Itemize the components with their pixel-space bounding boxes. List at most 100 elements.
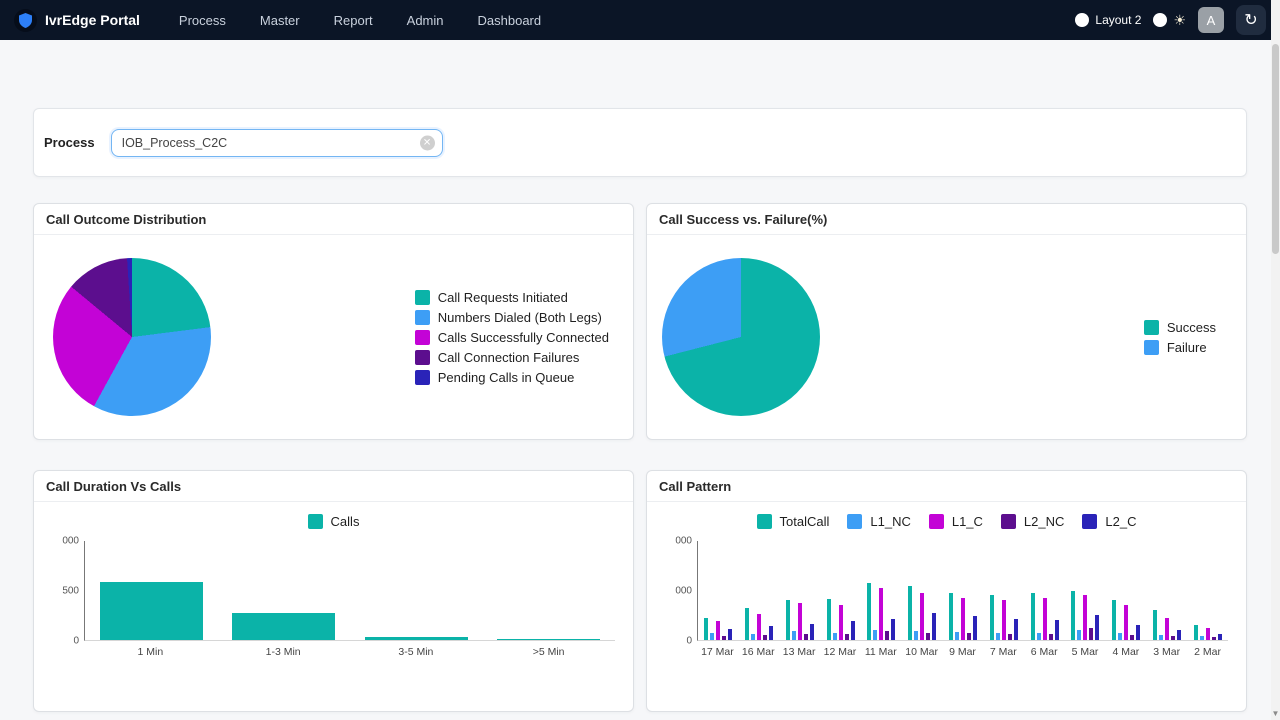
legend-swatch-icon — [308, 514, 323, 529]
scrollbar[interactable]: ▼ — [1271, 0, 1280, 720]
legend-label: Pending Calls in Queue — [438, 370, 575, 385]
chart-card-call-pattern: Call Pattern TotalCall L1_NC L1_C L2_NC L2_C… — [646, 470, 1247, 712]
bar-l2_c — [728, 629, 732, 640]
legend-item[interactable]: L1_NC — [847, 514, 910, 529]
bar-group — [1106, 541, 1147, 640]
bar-totalcall — [1031, 593, 1035, 640]
bar-l2_c — [932, 613, 936, 640]
bar-totalcall — [867, 583, 871, 640]
bar-l1_c — [839, 605, 843, 640]
nav-item-dashboard[interactable]: Dashboard — [461, 7, 559, 34]
bar-totalcall — [745, 608, 749, 640]
legend-item[interactable]: Numbers Dialed (Both Legs) — [415, 310, 609, 325]
bar-group — [85, 541, 218, 640]
bar-l2_c — [891, 619, 895, 640]
bar-l1_c — [961, 598, 965, 640]
nav-item-process[interactable]: Process — [162, 7, 243, 34]
clear-icon[interactable]: ✕ — [420, 135, 435, 150]
legend-label: Numbers Dialed (Both Legs) — [438, 310, 602, 325]
card-body: TotalCallL1_NCL1_CL2_NCL2_C 0000000 17 M… — [647, 502, 1246, 711]
bar-l1_c — [1165, 618, 1169, 640]
pie-legend: Success Failure — [1144, 315, 1216, 360]
card-header: Call Pattern — [647, 471, 1246, 502]
process-select[interactable]: ✕ — [111, 129, 443, 157]
legend-swatch-icon — [1082, 514, 1097, 529]
chart-card-call-success-vs-failure: Call Success vs. Failure(%) Success Failu… — [646, 203, 1247, 440]
legend-label: Success — [1167, 320, 1216, 335]
y-axis-tick-label: 000 — [675, 586, 692, 597]
card-body: Calls 0005000 1 Min1-3 Min3-5 Min>5 Min — [34, 502, 633, 711]
theme-toggle[interactable]: ☀ — [1153, 13, 1186, 27]
card-body: Call Requests Initiated Numbers Dialed (B… — [34, 235, 633, 439]
x-axis-category-label: 16 Mar — [738, 641, 779, 658]
nav-item-report[interactable]: Report — [317, 7, 390, 34]
layout-toggle-knob[interactable] — [1075, 13, 1089, 27]
bar-l2_c — [851, 621, 855, 640]
layout-toggle[interactable]: Layout 2 — [1075, 13, 1141, 27]
bar-legend: Calls — [48, 514, 619, 529]
scrollbar-thumb[interactable] — [1272, 44, 1279, 254]
legend-item[interactable]: L2_NC — [1001, 514, 1064, 529]
bar-l1_nc — [1077, 630, 1081, 640]
bar-l1_c — [1083, 595, 1087, 640]
bar-group — [943, 541, 984, 640]
legend-item[interactable]: Failure — [1144, 340, 1216, 355]
legend-item[interactable]: Call Connection Failures — [415, 350, 609, 365]
process-input[interactable] — [111, 129, 443, 157]
legend-swatch-icon — [1144, 340, 1159, 355]
legend-item[interactable]: TotalCall — [757, 514, 830, 529]
x-axis-category-label: 11 Mar — [860, 641, 901, 658]
theme-toggle-knob[interactable] — [1153, 13, 1167, 27]
bar-l2_c — [1177, 630, 1181, 640]
bar-totalcall — [704, 618, 708, 640]
bar-l2_nc — [1212, 637, 1216, 640]
bar-group — [350, 541, 483, 640]
legend-item[interactable]: Success — [1144, 320, 1216, 335]
y-axis-tick-label: 500 — [62, 586, 79, 597]
logout-icon: ↻ — [1244, 10, 1257, 30]
bar-l1_nc — [996, 633, 1000, 640]
x-axis-category-label: 6 Mar — [1024, 641, 1065, 658]
x-axis-category-label: 3 Mar — [1146, 641, 1187, 658]
logout-button[interactable]: ↻ — [1236, 5, 1266, 35]
card-header: Call Duration Vs Calls — [34, 471, 633, 502]
bar-l2_nc — [967, 633, 971, 640]
bar-l2_nc — [845, 634, 849, 640]
legend-item[interactable]: L1_C — [929, 514, 983, 529]
bar-l1_c — [920, 593, 924, 640]
legend-swatch-icon — [1001, 514, 1016, 529]
legend-item[interactable]: Calls — [308, 514, 360, 529]
bar-group — [1187, 541, 1228, 640]
nav-item-master[interactable]: Master — [243, 7, 317, 34]
navbar-right: Layout 2 ☀ A ↻ — [1075, 5, 1266, 35]
bar-group — [218, 541, 351, 640]
bar-l2_c — [1055, 620, 1059, 640]
legend-item[interactable]: L2_C — [1082, 514, 1136, 529]
x-axis-category-label: >5 Min — [482, 641, 615, 658]
card-body: Success Failure — [647, 235, 1246, 439]
legend-swatch-icon — [415, 310, 430, 325]
legend-swatch-icon — [415, 370, 430, 385]
legend-item[interactable]: Call Requests Initiated — [415, 290, 609, 305]
legend-label: L1_C — [952, 514, 983, 529]
x-axis-category-label: 1-3 Min — [217, 641, 350, 658]
chart-card-call-duration-vs-calls: Call Duration Vs Calls Calls 0005000 1 M… — [33, 470, 634, 712]
x-axis-category-label: 3-5 Min — [350, 641, 483, 658]
legend-item[interactable]: Calls Successfully Connected — [415, 330, 609, 345]
brand[interactable]: IvrEdge Portal — [14, 9, 140, 32]
nav-item-admin[interactable]: Admin — [390, 7, 461, 34]
bar-group — [483, 541, 616, 640]
chart-title: Call Success vs. Failure(%) — [659, 212, 1234, 227]
bar-l1_nc — [1159, 635, 1163, 640]
x-axis-category-label: 13 Mar — [779, 641, 820, 658]
bar-totalcall — [908, 586, 912, 640]
scroll-down-icon[interactable]: ▼ — [1271, 709, 1280, 718]
legend-item[interactable]: Pending Calls in Queue — [415, 370, 609, 385]
bar-l1_c — [1124, 605, 1128, 640]
process-filter-card: Process ✕ — [33, 108, 1247, 177]
bar-l2_nc — [1049, 634, 1053, 640]
x-axis-category-label: 7 Mar — [983, 641, 1024, 658]
card-header: Call Outcome Distribution — [34, 204, 633, 235]
bar-l1_c — [798, 603, 802, 640]
avatar[interactable]: A — [1198, 7, 1224, 33]
